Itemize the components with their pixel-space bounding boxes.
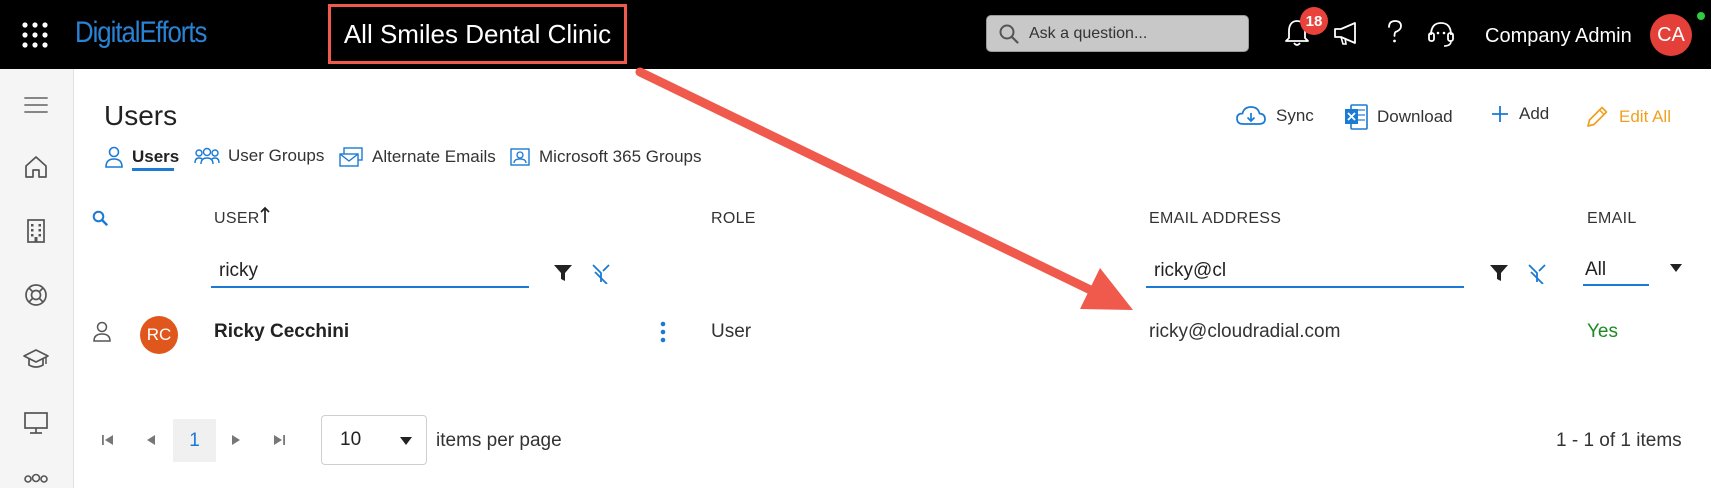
tab-microsoft-365-groups[interactable]: Microsoft 365 Groups: [509, 146, 702, 168]
tab-user-groups-label: User Groups: [228, 146, 325, 165]
first-page-icon[interactable]: [98, 430, 118, 450]
page-number-button[interactable]: 1: [173, 419, 216, 462]
avatar: RC: [140, 316, 178, 354]
chevron-down-icon[interactable]: [1669, 263, 1683, 273]
help-icon[interactable]: [1378, 16, 1412, 50]
tab-users[interactable]: Users: [104, 146, 179, 168]
filter-icon[interactable]: [552, 262, 574, 284]
tenant-label: All Smiles Dental Clinic: [343, 18, 612, 49]
person-icon: [93, 321, 111, 342]
search-input[interactable]: Ask a question...: [986, 15, 1249, 52]
app-logo[interactable]: DigitalEfforts: [75, 16, 207, 50]
add-button[interactable]: Add: [1490, 104, 1549, 124]
user-avatar[interactable]: CA: [1650, 14, 1692, 56]
monitor-icon[interactable]: [22, 409, 50, 437]
download-label: Download: [1377, 107, 1453, 126]
pencil-icon: [1587, 106, 1608, 127]
column-header-user[interactable]: USER: [214, 210, 260, 228]
tab-microsoft-365-groups-label: Microsoft 365 Groups: [539, 147, 702, 166]
plus-icon: [1492, 106, 1508, 122]
user-filter-input[interactable]: ricky: [211, 256, 529, 288]
page-size-label: items per page: [436, 430, 562, 451]
active-tab-indicator: [132, 168, 174, 171]
more-options-icon[interactable]: [658, 320, 668, 344]
column-header-email[interactable]: EMAIL: [1587, 210, 1637, 228]
role-cell: User: [711, 321, 752, 342]
download-button[interactable]: Download: [1344, 104, 1453, 130]
people-icon[interactable]: [22, 469, 50, 497]
chevron-down-icon[interactable]: [399, 436, 413, 446]
sort-ascending-icon[interactable]: [259, 206, 271, 224]
graduation-cap-icon[interactable]: [22, 345, 50, 373]
sidebar: [0, 69, 74, 488]
clear-filter-icon[interactable]: [1526, 262, 1548, 284]
email-address-filter-input[interactable]: ricky@cl: [1146, 256, 1464, 288]
search-icon: [999, 24, 1019, 44]
tab-user-groups[interactable]: User Groups: [194, 146, 324, 166]
next-page-icon[interactable]: [226, 430, 246, 450]
top-bar: DigitalEfforts All Smiles Dental Clinic …: [0, 0, 1711, 69]
user-menu-name[interactable]: Company Admin: [1485, 25, 1632, 48]
annotation-arrow: [635, 67, 1133, 310]
search-placeholder: Ask a question...: [1029, 24, 1148, 42]
home-icon[interactable]: [22, 153, 50, 181]
people-icon: [194, 147, 220, 165]
column-header-email-address[interactable]: EMAIL ADDRESS: [1149, 210, 1281, 228]
clear-filter-icon[interactable]: [590, 262, 612, 284]
edit-all-label: Edit All: [1619, 107, 1671, 126]
email-filter-select[interactable]: All: [1583, 256, 1649, 286]
notification-badge: 18: [1300, 7, 1328, 35]
cloud-sync-icon: [1236, 106, 1266, 125]
tenant-name: All Smiles Dental Clinic: [328, 4, 627, 64]
group-box-icon: [510, 148, 530, 166]
support-headset-icon[interactable]: [1424, 16, 1458, 50]
sync-label: Sync: [1276, 106, 1314, 125]
edit-all-button[interactable]: Edit All: [1584, 104, 1671, 130]
last-page-icon[interactable]: [269, 430, 289, 450]
lifebuoy-icon[interactable]: [22, 281, 50, 309]
add-label: Add: [1519, 104, 1550, 123]
page-title: Users: [104, 100, 178, 131]
app-launcher-icon[interactable]: [22, 22, 48, 48]
tab-users-label: Users: [132, 147, 180, 166]
person-icon: [105, 146, 123, 168]
hamburger-menu-icon[interactable]: [22, 91, 50, 119]
column-header-role[interactable]: ROLE: [711, 210, 756, 228]
email-enabled-cell: Yes: [1587, 321, 1618, 342]
tab-alternate-emails[interactable]: Alternate Emails: [338, 146, 496, 168]
tab-alternate-emails-label: Alternate Emails: [372, 147, 496, 166]
column-search-icon[interactable]: [92, 210, 108, 226]
mail-alternate-icon: [339, 147, 363, 167]
filter-icon[interactable]: [1488, 262, 1510, 284]
pagination-summary: 1 - 1 of 1 items: [1556, 430, 1682, 451]
user-name-cell[interactable]: Ricky Cecchini: [214, 321, 349, 343]
sync-button[interactable]: Sync: [1235, 104, 1314, 128]
excel-icon: [1345, 104, 1368, 130]
email-address-cell: ricky@cloudradial.com: [1149, 321, 1341, 342]
previous-page-icon[interactable]: [141, 430, 161, 450]
building-icon[interactable]: [22, 217, 50, 245]
megaphone-icon[interactable]: [1330, 16, 1364, 50]
online-status-dot: [1697, 12, 1705, 20]
